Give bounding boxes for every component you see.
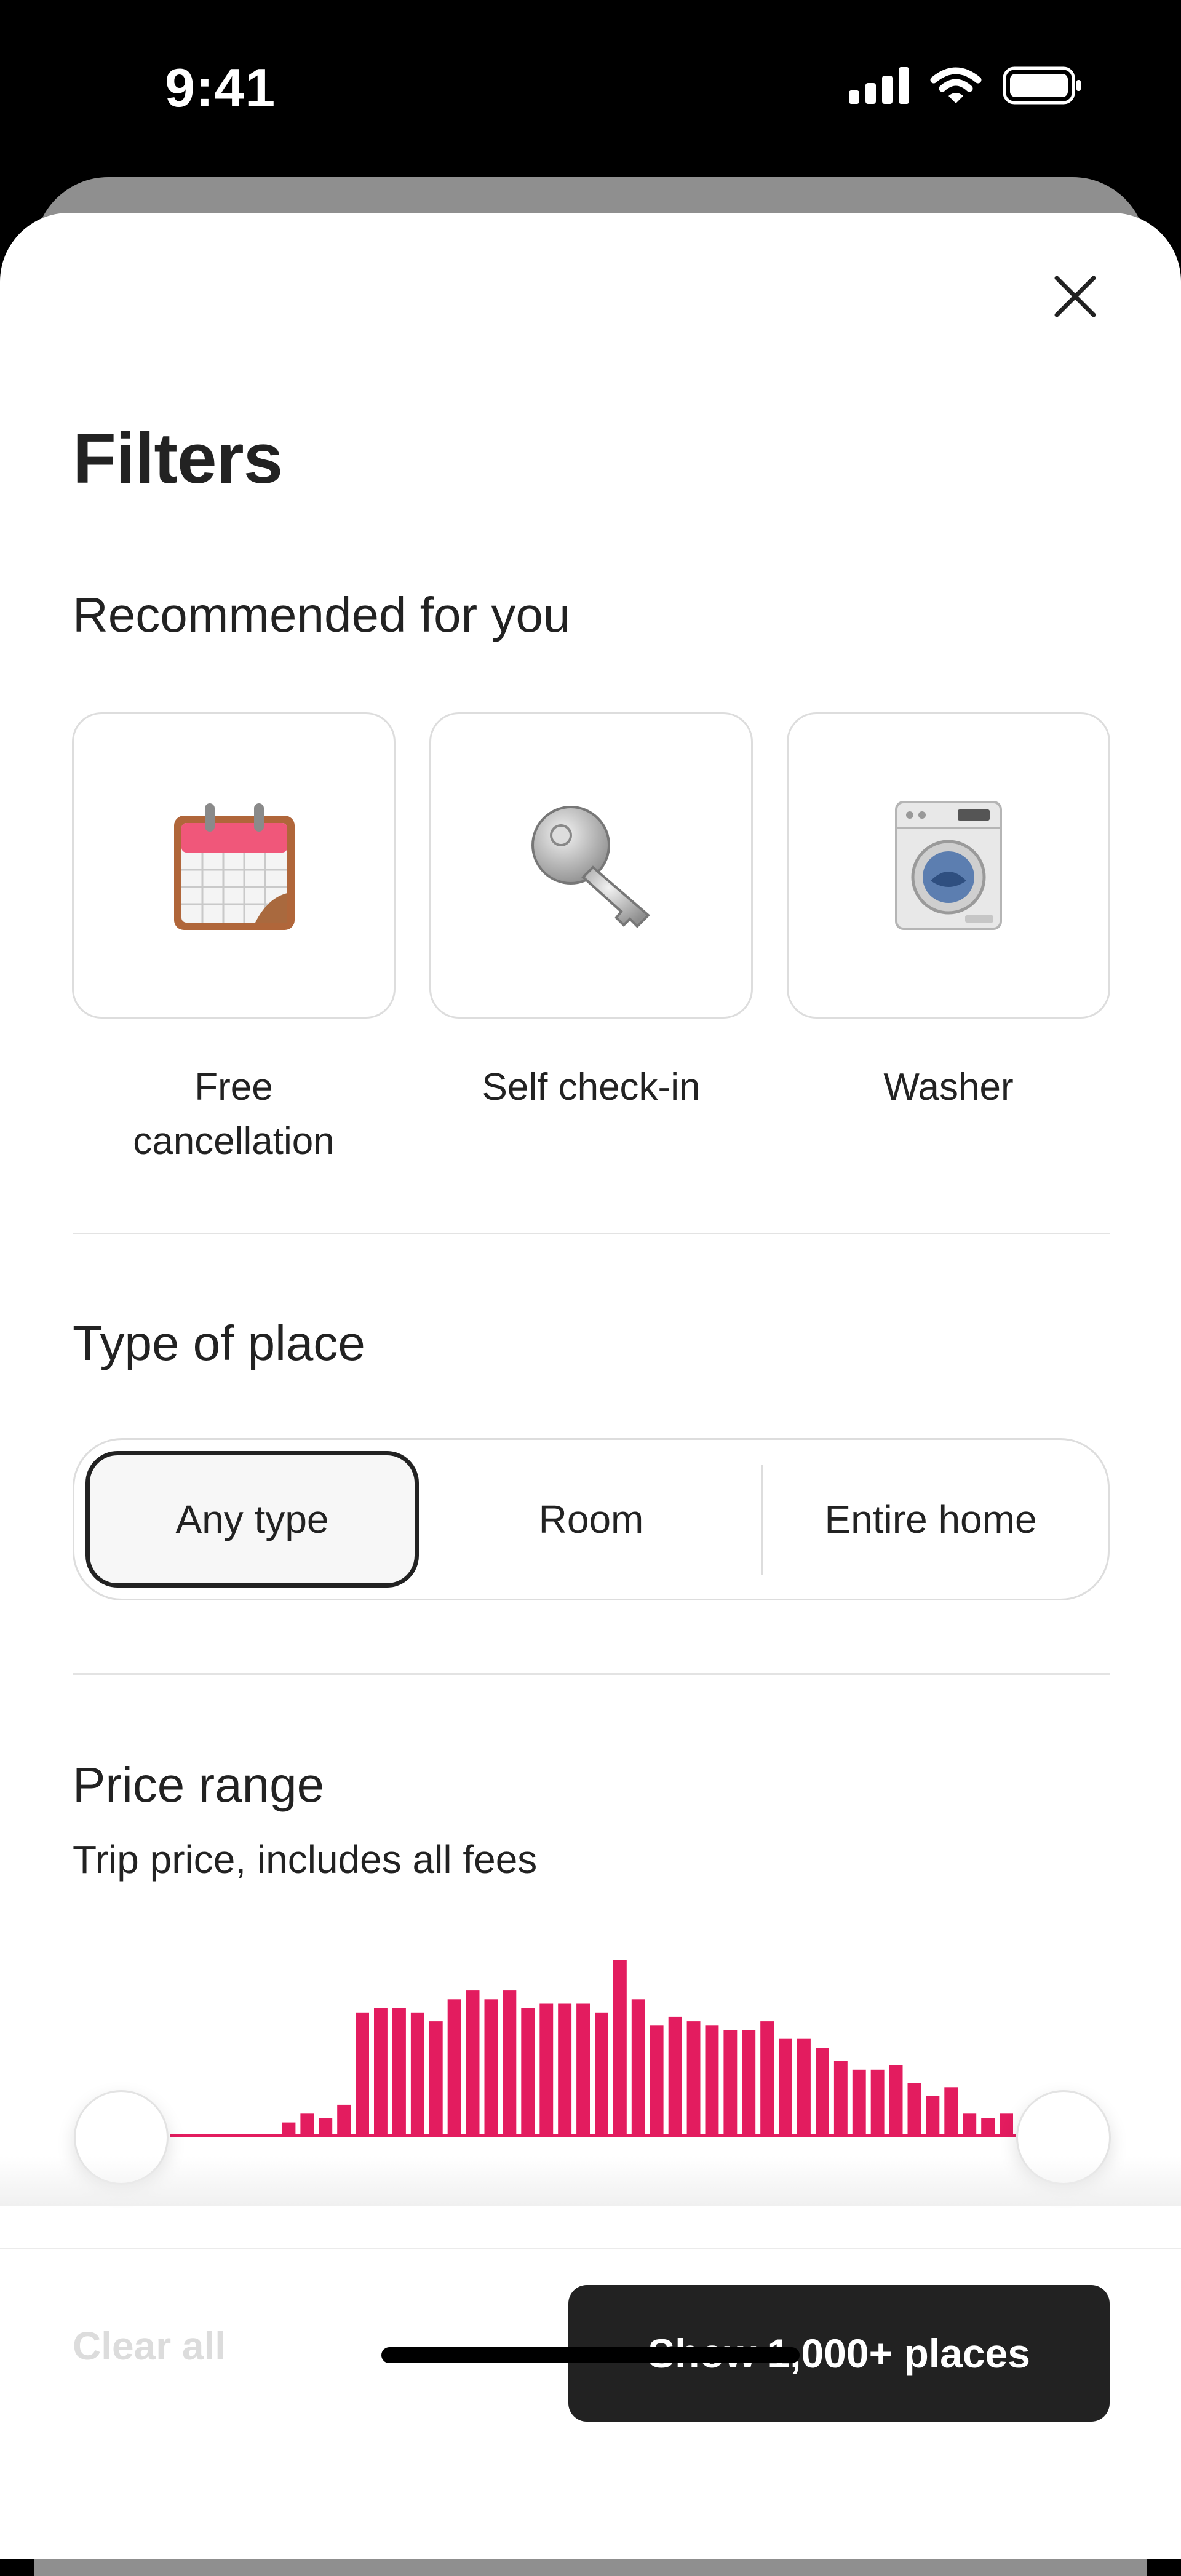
washer-icon: [895, 801, 1002, 930]
status-bar: 9:41: [0, 0, 1181, 178]
recommended-self-check-in[interactable]: Self check-in: [429, 712, 753, 1169]
price-range-subtitle: Trip price, includes all fees: [73, 1837, 538, 1882]
battery-icon: [1003, 66, 1081, 105]
histogram-bar: [760, 2021, 774, 2136]
type-option-entire-home[interactable]: Entire home: [762, 1440, 1099, 1599]
recommended-cards: Free cancellation Self check-in Washer: [72, 712, 1110, 1169]
histogram-bar: [466, 1990, 480, 2136]
recommended-label: Self check-in: [482, 1066, 701, 1108]
histogram-bar: [319, 2118, 333, 2136]
histogram-bar: [944, 2087, 958, 2136]
histogram-bar: [447, 1999, 461, 2136]
histogram-bar: [963, 2113, 977, 2136]
recommended-label: Washer: [883, 1066, 1014, 1108]
histogram-bar: [503, 1990, 517, 2136]
signal-icon: [849, 67, 909, 104]
close-button[interactable]: [1046, 267, 1105, 326]
histogram-bar: [650, 2025, 664, 2136]
histogram-bar: [833, 2061, 848, 2136]
histogram-bar: [374, 2008, 388, 2136]
histogram-bar: [300, 2113, 314, 2136]
calendar-icon: [174, 803, 295, 930]
recommended-free-cancellation[interactable]: Free cancellation: [72, 712, 396, 1169]
type-of-place-title: Type of place: [73, 1316, 365, 1370]
recommended-washer[interactable]: Washer: [787, 712, 1110, 1169]
divider: [73, 1233, 1110, 1234]
histogram-bar: [576, 2003, 590, 2136]
histogram-bar: [484, 1999, 498, 2136]
histogram-bar: [926, 2096, 940, 2136]
type-option-room[interactable]: Room: [423, 1440, 760, 1599]
histogram-bar: [1000, 2113, 1013, 2136]
histogram-bar: [539, 2003, 554, 2136]
filters-sheet: Filters Recommended for you Free cancell…: [0, 213, 1181, 2558]
recommended-card-box: [787, 712, 1110, 1019]
histogram-bar: [907, 2083, 921, 2136]
histogram-bar: [852, 2069, 866, 2136]
histogram-bar: [410, 2012, 424, 2136]
histogram-bar: [870, 2069, 885, 2136]
histogram-bar: [816, 2048, 829, 2136]
key-icon: [531, 806, 650, 928]
price-histogram: [170, 1960, 1016, 2137]
recommended-title: Recommended for you: [73, 587, 571, 642]
recommended-card-box: [72, 712, 396, 1019]
histogram-bar: [521, 2008, 535, 2136]
histogram-bar: [705, 2025, 719, 2136]
histogram-bar: [392, 2008, 406, 2136]
histogram-bar: [613, 1960, 627, 2136]
footer-bar: Clear all Show 1,000+ places: [0, 2248, 1181, 2559]
recommended-label: Free cancellation: [133, 1066, 335, 1163]
histogram-bar: [356, 2012, 369, 2136]
type-of-place-selector: Any type Room Entire home: [73, 1438, 1110, 1600]
histogram-bar: [723, 2030, 738, 2136]
histogram-bar: [558, 2003, 572, 2136]
histogram-bar: [686, 2021, 701, 2136]
price-range-title: Price range: [73, 1757, 325, 1812]
wifi-icon: [930, 67, 982, 103]
histogram-bar: [981, 2118, 995, 2136]
histogram-bar: [797, 2038, 811, 2136]
histogram-bar: [889, 2065, 903, 2136]
divider: [73, 1673, 1110, 1675]
histogram-bar: [668, 2016, 682, 2136]
type-option-any[interactable]: Any type: [85, 1451, 419, 1588]
histogram-bar: [595, 2012, 608, 2136]
status-icons: [849, 66, 1083, 105]
histogram-bar: [282, 2122, 296, 2136]
status-time: 9:41: [165, 57, 276, 118]
page-title: Filters: [73, 418, 283, 498]
histogram-bar: [779, 2038, 792, 2136]
histogram-bar: [337, 2104, 351, 2136]
histogram-bar: [742, 2030, 756, 2136]
home-indicator: [381, 2347, 800, 2363]
histogram-bar: [631, 1999, 645, 2136]
close-icon: [1054, 276, 1096, 317]
histogram-bar: [429, 2021, 443, 2136]
recommended-card-box: [429, 712, 753, 1019]
clear-all-button[interactable]: Clear all: [73, 2323, 226, 2369]
scroll-fade: [0, 2157, 1181, 2206]
